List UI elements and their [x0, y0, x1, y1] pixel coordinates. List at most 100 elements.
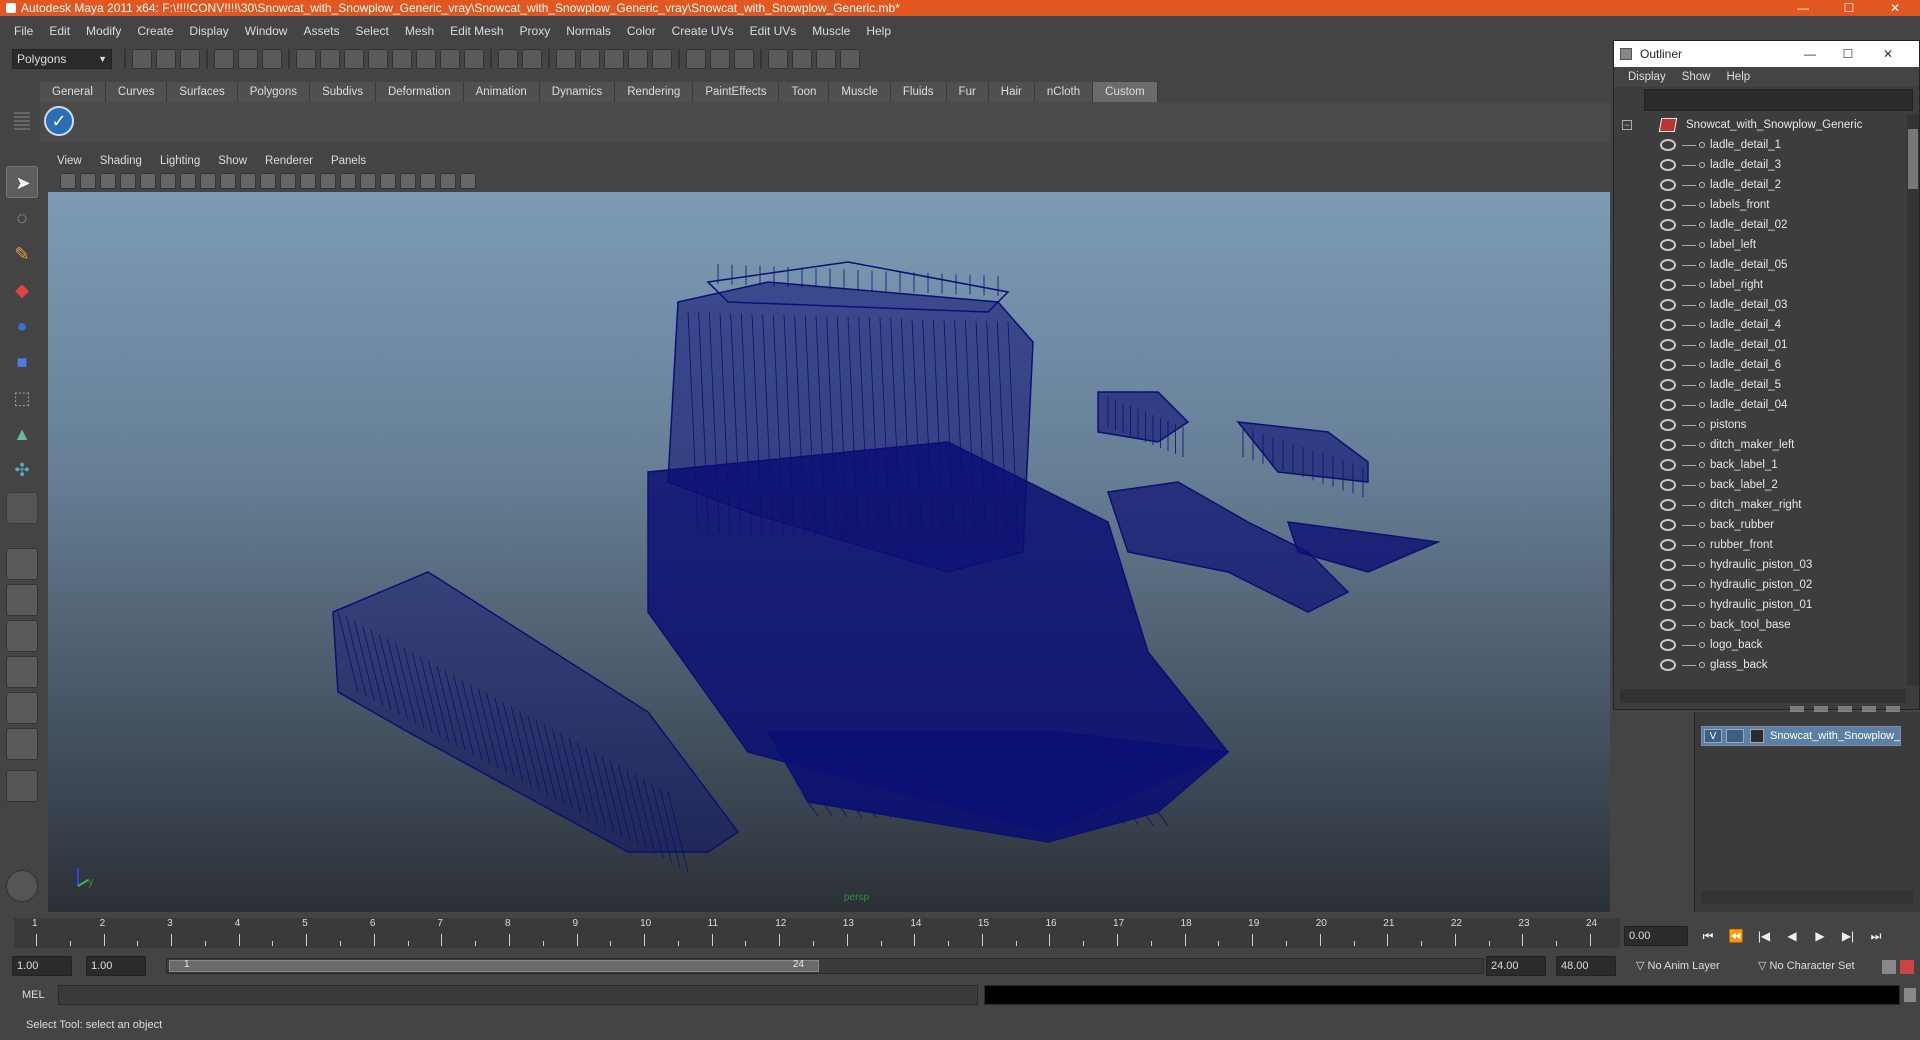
outliner-menu-show[interactable]: Show — [1674, 71, 1719, 83]
layout-options-button[interactable] — [6, 770, 38, 802]
menu-mesh[interactable]: Mesh — [397, 24, 442, 38]
lock-selection-icon[interactable] — [498, 49, 518, 69]
outliner-item[interactable]: ladle_detail_04 — [1614, 395, 1906, 415]
grid-icon[interactable] — [140, 173, 156, 189]
viewport-menu-shading[interactable]: Shading — [91, 155, 151, 167]
menu-normals[interactable]: Normals — [558, 24, 619, 38]
minimize-button[interactable]: — — [1780, 0, 1826, 16]
outliner-item[interactable]: ladle_detail_6 — [1614, 355, 1906, 375]
menu-proxy[interactable]: Proxy — [512, 24, 559, 38]
outliner-minimize-button[interactable]: — — [1790, 41, 1830, 67]
menu-muscle[interactable]: Muscle — [804, 24, 858, 38]
xray-icon[interactable] — [380, 173, 396, 189]
outliner-item[interactable]: label_left — [1614, 235, 1906, 255]
outliner-item[interactable]: labels_front — [1614, 195, 1906, 215]
outliner-maximize-button[interactable]: ☐ — [1828, 41, 1868, 67]
select-hierarchy-icon[interactable] — [214, 49, 234, 69]
display-layer-row[interactable]: V Snowcat_with_Snowplow_Generic — [1701, 726, 1901, 746]
save-scene-icon[interactable] — [180, 49, 200, 69]
layer-color-swatch[interactable] — [1750, 729, 1764, 743]
mask-rendering-icon[interactable] — [440, 49, 460, 69]
menu-assets[interactable]: Assets — [295, 24, 347, 38]
outliner-vertical-scrollbar[interactable] — [1907, 115, 1919, 685]
viewport-menu-panels[interactable]: Panels — [322, 155, 375, 167]
graph-layout-button[interactable] — [6, 656, 38, 688]
scrollbar-thumb[interactable] — [1908, 129, 1918, 189]
current-time-field[interactable]: 0.00 — [1624, 926, 1688, 946]
film-gate-icon[interactable] — [160, 173, 176, 189]
select-component-icon[interactable] — [262, 49, 282, 69]
outliner-item[interactable]: hydraulic_piston_01 — [1614, 595, 1906, 615]
perspective-viewport[interactable]: y persp — [48, 192, 1610, 912]
anim-layer-selector[interactable]: ▽ No Anim Layer — [1636, 956, 1720, 976]
outliner-item[interactable]: back_label_1 — [1614, 455, 1906, 475]
play-forwards-button[interactable]: ▶ — [1810, 928, 1830, 944]
shelf-tab-subdivs[interactable]: Subdivs — [310, 82, 376, 102]
outliner-close-button[interactable]: ✕ — [1868, 41, 1908, 67]
mask-surfaces-icon[interactable] — [368, 49, 388, 69]
command-language-label[interactable]: MEL — [22, 986, 45, 1004]
outliner-item[interactable]: ladle_detail_5 — [1614, 375, 1906, 395]
outliner-item[interactable]: ladle_detail_02 — [1614, 215, 1906, 235]
field-chart-icon[interactable] — [240, 173, 256, 189]
make-live-icon[interactable] — [652, 49, 672, 69]
hud-icon[interactable] — [440, 173, 456, 189]
hypershade-layout-button[interactable] — [6, 692, 38, 724]
shelf-tab-curves[interactable]: Curves — [105, 82, 168, 102]
shelf-tab-fluids[interactable]: Fluids — [890, 82, 947, 102]
resolution-gate-icon[interactable] — [180, 173, 196, 189]
maximize-button[interactable]: ☐ — [1826, 0, 1872, 16]
outliner-item[interactable]: back_tool_base — [1614, 615, 1906, 635]
shelf-tab-polygons[interactable]: Polygons — [237, 82, 311, 102]
hand-icon[interactable] — [6, 870, 38, 902]
outliner-item[interactable]: back_rubber — [1614, 515, 1906, 535]
outliner-item[interactable]: label_right — [1614, 275, 1906, 295]
outliner-item[interactable]: back_label_2 — [1614, 475, 1906, 495]
outliner-item[interactable]: ladle_detail_1 — [1614, 135, 1906, 155]
playback-end-field[interactable]: 24.00 — [1486, 956, 1546, 976]
menu-color[interactable]: Color — [619, 24, 664, 38]
range-handle[interactable]: 1 24 — [169, 959, 819, 972]
smooth-shade-icon[interactable] — [280, 173, 296, 189]
outliner-item[interactable]: ladle_detail_03 — [1614, 295, 1906, 315]
viewport-menu-show[interactable]: Show — [209, 155, 256, 167]
outliner-layout-button[interactable] — [6, 620, 38, 652]
rotate-tool-button[interactable]: ● — [6, 310, 38, 342]
character-set-selector[interactable]: ▽ No Character Set — [1758, 956, 1855, 976]
layer-playback-toggle[interactable] — [1726, 729, 1744, 743]
outliner-item[interactable]: ladle_detail_4 — [1614, 315, 1906, 335]
snap-grid-icon[interactable] — [556, 49, 576, 69]
menu-create[interactable]: Create — [129, 24, 181, 38]
mask-joints-icon[interactable] — [320, 49, 340, 69]
high-quality-icon[interactable] — [420, 173, 436, 189]
go-to-end-button[interactable]: ⏭ — [1866, 928, 1886, 944]
menu-file[interactable]: File — [6, 24, 41, 38]
lights-icon[interactable] — [340, 173, 356, 189]
ipr-render-icon[interactable] — [816, 49, 836, 69]
menu-select[interactable]: Select — [347, 24, 396, 38]
isolate-select-icon[interactable] — [400, 173, 416, 189]
manipulator-tool-button[interactable]: ⬚ — [6, 382, 38, 414]
open-scene-icon[interactable] — [156, 49, 176, 69]
viewport-menu-renderer[interactable]: Renderer — [256, 155, 322, 167]
command-input[interactable] — [58, 985, 978, 1005]
key-icon[interactable] — [1882, 960, 1896, 974]
time-slider-track[interactable]: 1 2 3 4 5 6 7 8 9 10 11 12 13 14 15 16 17 18 19 20 21 22 23 24 — [14, 918, 1620, 948]
custom-layout-button[interactable] — [6, 728, 38, 760]
step-back-frame-button[interactable]: |◀ — [1754, 928, 1774, 944]
render-current-frame-icon[interactable] — [792, 49, 812, 69]
shelf-tab-muscle[interactable]: Muscle — [829, 82, 891, 102]
shelf-tab-animation[interactable]: Animation — [463, 82, 540, 102]
outliner-item[interactable]: pistons — [1614, 415, 1906, 435]
outliner-filter-field[interactable] — [1644, 89, 1913, 111]
outliner-item[interactable]: hydraulic_piston_03 — [1614, 555, 1906, 575]
shelf-tab-rendering[interactable]: Rendering — [615, 82, 694, 102]
wireframe-icon[interactable] — [260, 173, 276, 189]
script-editor-icon[interactable] — [1904, 988, 1916, 1002]
shelf-tab-hair[interactable]: Hair — [988, 82, 1035, 102]
shelf-tab-general[interactable]: General — [40, 82, 106, 102]
four-pane-layout-button[interactable] — [6, 584, 38, 616]
layer-visibility-toggle[interactable]: V — [1704, 729, 1722, 743]
shelf-tab-custom[interactable]: Custom — [1093, 82, 1158, 102]
outliner-item[interactable]: hydraulic_piston_02 — [1614, 575, 1906, 595]
